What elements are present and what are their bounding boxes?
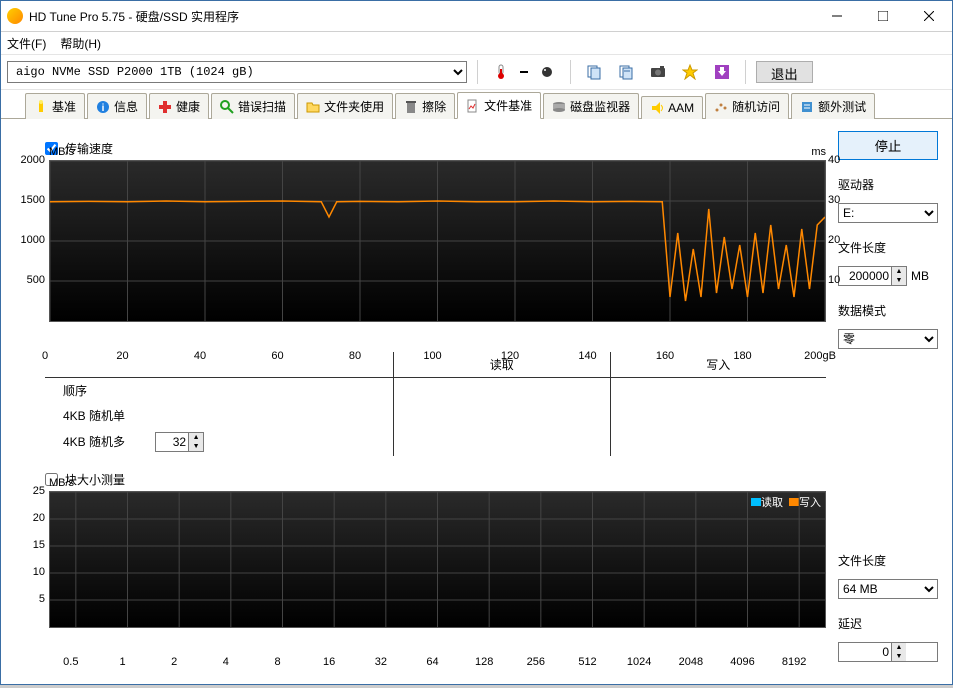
row-4kb-multi: 4KB 随机多 ▲▼: [45, 428, 394, 456]
tab-filebench[interactable]: 文件基准: [457, 92, 541, 119]
drive-letter-select[interactable]: E:: [838, 203, 938, 223]
app-icon: [7, 8, 23, 24]
filelen2-label: 文件长度: [838, 552, 938, 569]
rand-multi-input[interactable]: [156, 435, 188, 449]
window-title: HD Tune Pro 5.75 - 硬盘/SSD 实用程序: [29, 8, 814, 25]
tab-extratests[interactable]: 额外测试: [791, 93, 875, 119]
copy-results-icon[interactable]: [613, 59, 639, 85]
stop-button[interactable]: 停止: [838, 131, 938, 160]
filelen2-select[interactable]: 64 MB: [838, 579, 938, 599]
menu-file[interactable]: 文件(F): [7, 35, 46, 52]
tab-erase[interactable]: 擦除: [395, 93, 455, 119]
row-4kb-single: 4KB 随机单: [45, 403, 394, 428]
latency-input[interactable]: [839, 645, 891, 659]
tabstrip: 基准 i信息 健康 错误扫描 文件夹使用 擦除 文件基准 磁盘监视器 AAM 随…: [1, 90, 952, 119]
tab-diskmonitor[interactable]: 磁盘监视器: [543, 93, 639, 119]
tab-randomaccess[interactable]: 随机访问: [705, 93, 789, 119]
titlebar: HD Tune Pro 5.75 - 硬盘/SSD 实用程序: [1, 1, 952, 32]
svg-text:i: i: [102, 103, 105, 114]
drive-label: 驱动器: [838, 176, 938, 193]
options-icon[interactable]: [677, 59, 703, 85]
side-panel: 停止 驱动器 E: 文件长度 ▲▼ MB 数据模式 零 文件长度 64 MB 延…: [838, 131, 938, 678]
filelen-input[interactable]: [839, 269, 891, 283]
tab-folderusage[interactable]: 文件夹使用: [297, 93, 393, 119]
datamode-select[interactable]: 零: [838, 329, 938, 349]
row-sequential: 顺序: [45, 378, 394, 404]
blocksize-checkbox[interactable]: 块大小测量: [41, 470, 826, 489]
latency-label: 延迟: [838, 615, 938, 632]
minimize-button[interactable]: [814, 1, 860, 31]
close-button[interactable]: [906, 1, 952, 31]
save-icon[interactable]: [709, 59, 735, 85]
toolbar: aigo NVMe SSD P2000 1TB (1024 gB) 退出: [1, 55, 952, 90]
menu-help[interactable]: 帮助(H): [60, 35, 101, 52]
exit-button[interactable]: 退出: [756, 61, 813, 83]
tab-benchmark[interactable]: 基准: [25, 93, 85, 119]
filelen-label: 文件长度: [838, 239, 938, 256]
copy-info-icon[interactable]: [581, 59, 607, 85]
menubar: 文件(F) 帮助(H): [1, 32, 952, 55]
blocksize-chart: MB/s 读取 写入 510152025: [19, 491, 826, 636]
chart2-unit-left: MB/s: [49, 477, 74, 489]
temperature2-icon[interactable]: [534, 59, 560, 85]
maximize-button[interactable]: [860, 1, 906, 31]
spin-down-icon[interactable]: ▼: [189, 442, 203, 451]
latency-spinner[interactable]: ▲▼: [838, 642, 938, 662]
temperature-icon[interactable]: [488, 59, 514, 85]
chart1-unit-right: ms: [811, 146, 826, 158]
rand-multi-spinner[interactable]: ▲▼: [155, 432, 204, 452]
transfer-checkbox[interactable]: 传输速度: [41, 139, 826, 158]
transfer-chart: MB/s ms 50010001500200010203040: [19, 160, 826, 330]
datamode-label: 数据模式: [838, 302, 938, 319]
drive-select[interactable]: aigo NVMe SSD P2000 1TB (1024 gB): [7, 61, 467, 83]
tab-info[interactable]: i信息: [87, 93, 147, 119]
chart1-unit-left: MB/s: [49, 146, 74, 158]
filelen-spinner[interactable]: ▲▼: [838, 266, 907, 286]
screenshot-icon[interactable]: [645, 59, 671, 85]
spin-up-icon[interactable]: ▲: [189, 433, 203, 442]
tab-aam[interactable]: AAM: [641, 96, 703, 119]
tab-errorscan[interactable]: 错误扫描: [211, 93, 295, 119]
results-table: 读取写入 顺序 4KB 随机单 4KB 随机多 ▲▼: [45, 352, 826, 456]
tab-health[interactable]: 健康: [149, 93, 209, 119]
